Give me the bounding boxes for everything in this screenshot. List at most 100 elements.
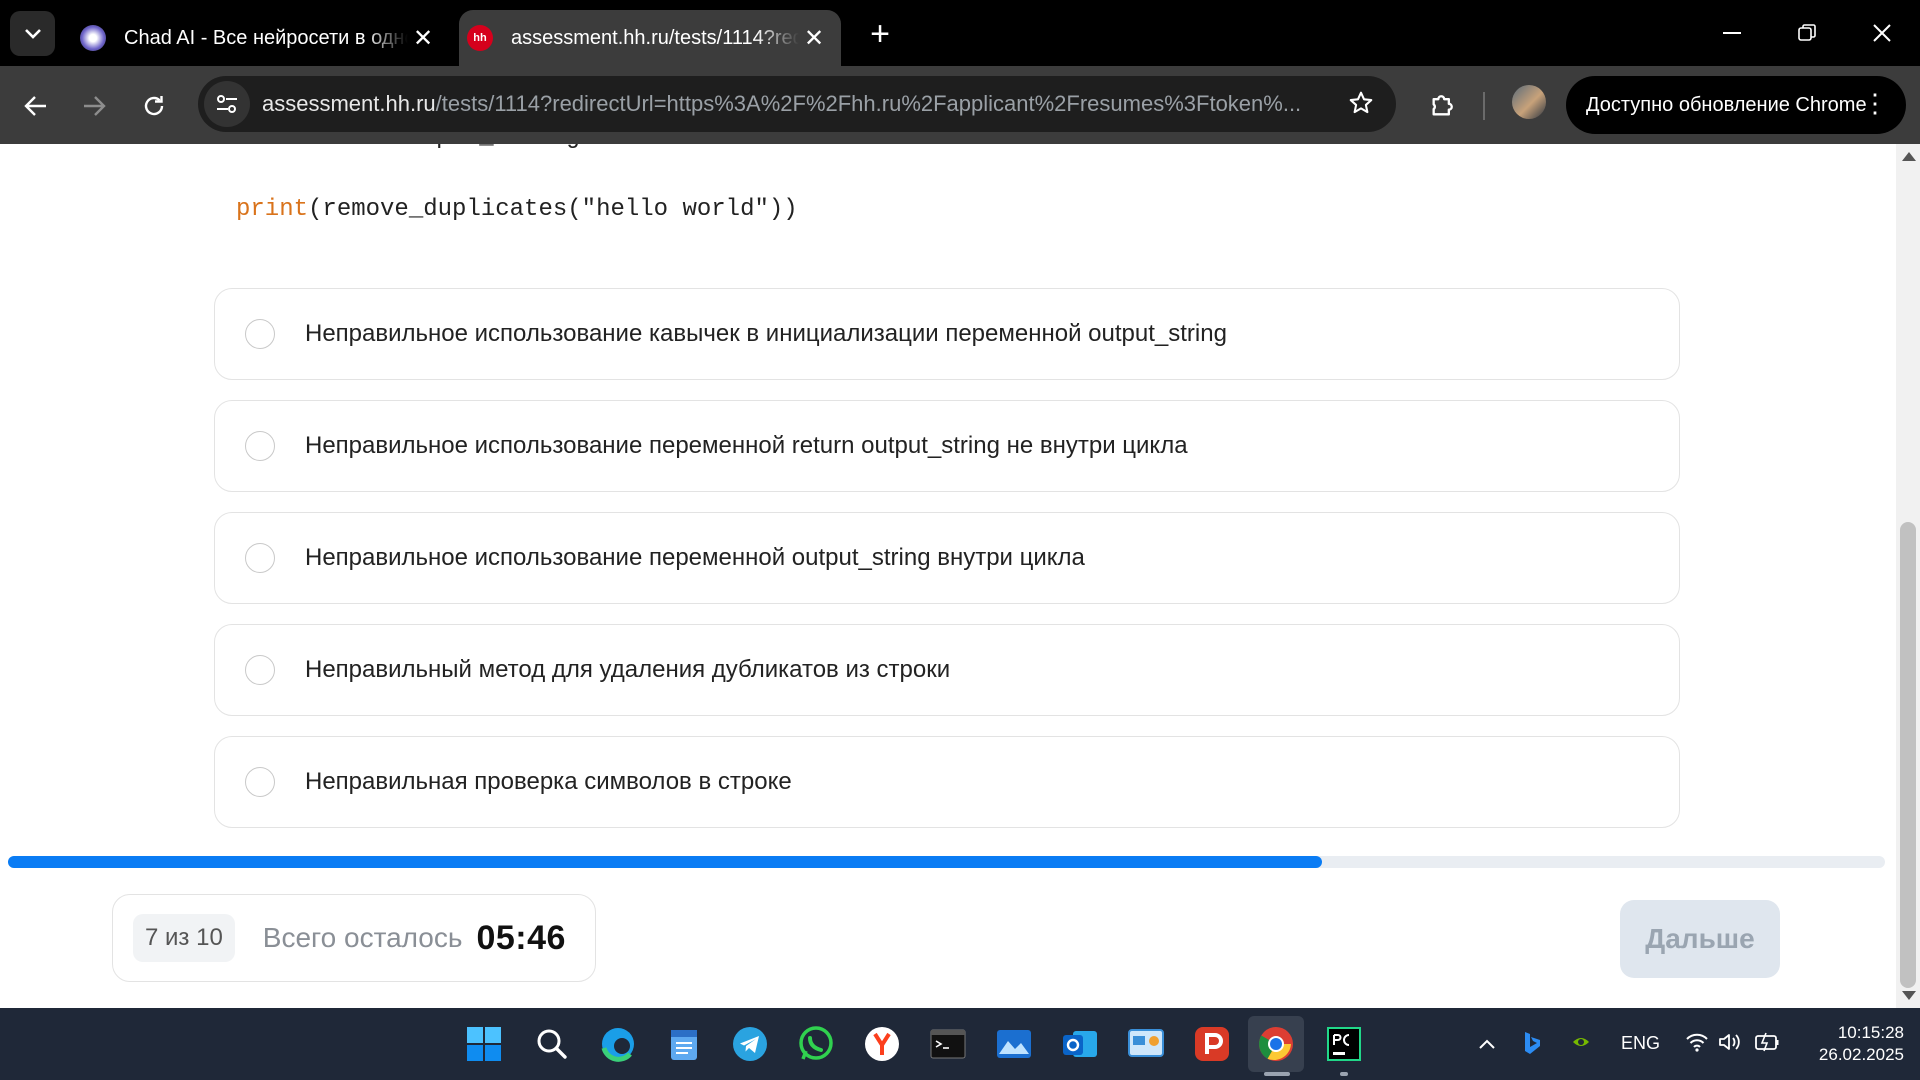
chad-ai-icon xyxy=(80,25,106,51)
volume-button[interactable] xyxy=(1718,1032,1744,1057)
telegram-app[interactable] xyxy=(728,1022,772,1066)
notepad-app[interactable] xyxy=(662,1022,706,1066)
answer-option[interactable]: Неправильное использование переменной ou… xyxy=(214,512,1680,604)
tab-assessment[interactable]: hh assessment.hh.ru/tests/1114?redirectU… xyxy=(459,10,841,66)
tune-icon xyxy=(217,95,237,113)
minimize-button[interactable] xyxy=(1697,10,1767,56)
close-window-button[interactable] xyxy=(1847,10,1917,56)
profile-avatar[interactable] xyxy=(1512,85,1546,119)
edge-icon xyxy=(601,1028,634,1062)
edge-app[interactable] xyxy=(596,1022,640,1066)
restore-icon xyxy=(1798,24,1816,41)
page-scrollbar[interactable] xyxy=(1896,144,1920,1008)
code-text: output_string xyxy=(378,144,580,151)
restore-button[interactable] xyxy=(1772,10,1842,56)
windows-taskbar: ENG 10:15:28 26.02.2025 xyxy=(0,1008,1920,1080)
p-app-icon xyxy=(1195,1027,1229,1061)
radio-button[interactable] xyxy=(245,767,275,797)
volume-icon xyxy=(1719,1034,1740,1050)
url-path: /tests/1114?redirectUrl=https%3A%2F%2Fhh… xyxy=(435,91,1302,116)
outlook-app[interactable] xyxy=(1058,1022,1102,1066)
scrollbar-thumb[interactable] xyxy=(1900,522,1916,988)
answer-option[interactable]: Неправильное использование кавычек в ини… xyxy=(214,288,1680,380)
telegram-icon xyxy=(733,1027,767,1061)
address-bar[interactable]: assessment.hh.ru/tests/1114?redirectUrl=… xyxy=(198,76,1396,132)
whatsapp-icon xyxy=(799,1026,833,1060)
tab-search-button[interactable] xyxy=(10,11,55,56)
answer-option-label: Неправильное использование переменной re… xyxy=(305,432,1188,459)
more-menu-icon[interactable]: ⋮ xyxy=(1862,90,1888,116)
star-icon xyxy=(1349,91,1373,114)
wifi-button[interactable] xyxy=(1686,1032,1708,1057)
terminal-icon xyxy=(930,1029,966,1059)
chrome-app[interactable] xyxy=(1248,1016,1304,1072)
chevron-down-icon xyxy=(24,28,41,39)
whatsapp-app[interactable] xyxy=(794,1022,838,1066)
forward-button[interactable] xyxy=(72,84,116,128)
answer-option-label: Неправильное использование кавычек в ини… xyxy=(305,320,1227,347)
answer-option[interactable]: Неправильное использование переменной re… xyxy=(214,400,1680,492)
radio-button[interactable] xyxy=(245,319,275,349)
answer-option-label: Неправильная проверка символов в строке xyxy=(305,768,792,795)
next-button[interactable]: Дальше xyxy=(1620,900,1780,978)
test-progress-bar xyxy=(8,856,1885,868)
bookmark-star-button[interactable] xyxy=(1348,90,1374,121)
scroll-up-icon[interactable] xyxy=(1902,152,1916,161)
tab-chad-ai[interactable]: Chad AI - Все нейросети в одном месте ✕ xyxy=(72,10,450,66)
control-panel-app[interactable] xyxy=(1124,1022,1168,1066)
extensions-button[interactable] xyxy=(1420,82,1466,128)
search-button[interactable] xyxy=(530,1022,574,1066)
answer-option-label: Неправильный метод для удаления дубликат… xyxy=(305,656,951,683)
test-status-panel: 7 из 10 Всего осталось 05:46 xyxy=(112,894,596,982)
photos-icon xyxy=(997,1030,1031,1058)
hh-favicon-text: hh xyxy=(473,32,487,44)
puzzle-icon xyxy=(1432,95,1453,116)
chevron-up-icon xyxy=(1479,1039,1495,1049)
radio-button[interactable] xyxy=(245,655,275,685)
time-remaining-value: 05:46 xyxy=(476,918,566,957)
toolbar-divider xyxy=(1483,92,1485,120)
chrome-update-button[interactable]: Доступно обновление Chrome ⋮ xyxy=(1566,76,1906,134)
code-line-return: return output_string xyxy=(292,144,580,151)
pycharm-app[interactable] xyxy=(1322,1022,1366,1066)
new-tab-button[interactable]: + xyxy=(860,14,900,54)
bing-tray-button[interactable] xyxy=(1522,1030,1542,1061)
nvidia-tray-button[interactable] xyxy=(1570,1034,1592,1055)
terminal-app[interactable] xyxy=(926,1022,970,1066)
url-text: assessment.hh.ru/tests/1114?redirectUrl=… xyxy=(262,91,1322,117)
battery-charging-icon xyxy=(1755,1032,1779,1052)
reload-button[interactable] xyxy=(132,84,176,128)
outlook-icon xyxy=(1063,1031,1097,1057)
clock-date: 26.02.2025 xyxy=(1818,1045,1904,1064)
photos-app[interactable] xyxy=(992,1022,1036,1066)
code-text: (remove_duplicates("hello world")) xyxy=(308,196,798,223)
close-icon[interactable]: ✕ xyxy=(408,24,438,53)
windows-logo-icon xyxy=(467,1027,501,1061)
site-info-button[interactable] xyxy=(204,81,250,127)
question-counter: 7 из 10 xyxy=(133,914,235,962)
minimize-icon xyxy=(1723,32,1741,34)
code-function: print xyxy=(236,196,309,223)
answer-option[interactable]: Неправильный метод для удаления дубликат… xyxy=(214,624,1680,716)
tab-title: assessment.hh.ru/tests/1114?redirectUrl xyxy=(511,26,799,49)
clock-time: 10:15:28 xyxy=(1837,1023,1904,1042)
start-button[interactable] xyxy=(462,1022,506,1066)
search-icon xyxy=(537,1029,567,1059)
system-clock[interactable]: 10:15:28 26.02.2025 xyxy=(1800,1022,1904,1066)
answer-option[interactable]: Неправильная проверка символов в строке xyxy=(214,736,1680,828)
scroll-down-icon[interactable] xyxy=(1902,991,1916,1000)
code-keyword: return xyxy=(292,144,378,151)
battery-button[interactable] xyxy=(1754,1032,1780,1057)
update-label: Доступно обновление Chrome xyxy=(1586,93,1867,116)
p-app[interactable] xyxy=(1190,1022,1234,1066)
nvidia-icon xyxy=(1570,1034,1592,1050)
show-hidden-icons-button[interactable] xyxy=(1478,1034,1496,1055)
yandex-browser-app[interactable] xyxy=(860,1022,904,1066)
language-indicator[interactable]: ENG xyxy=(1621,1033,1660,1054)
arrow-left-icon xyxy=(24,96,46,116)
url-host: assessment.hh.ru xyxy=(262,91,436,116)
radio-button[interactable] xyxy=(245,543,275,573)
radio-button[interactable] xyxy=(245,431,275,461)
close-icon[interactable]: ✕ xyxy=(799,24,829,53)
back-button[interactable] xyxy=(14,84,58,128)
